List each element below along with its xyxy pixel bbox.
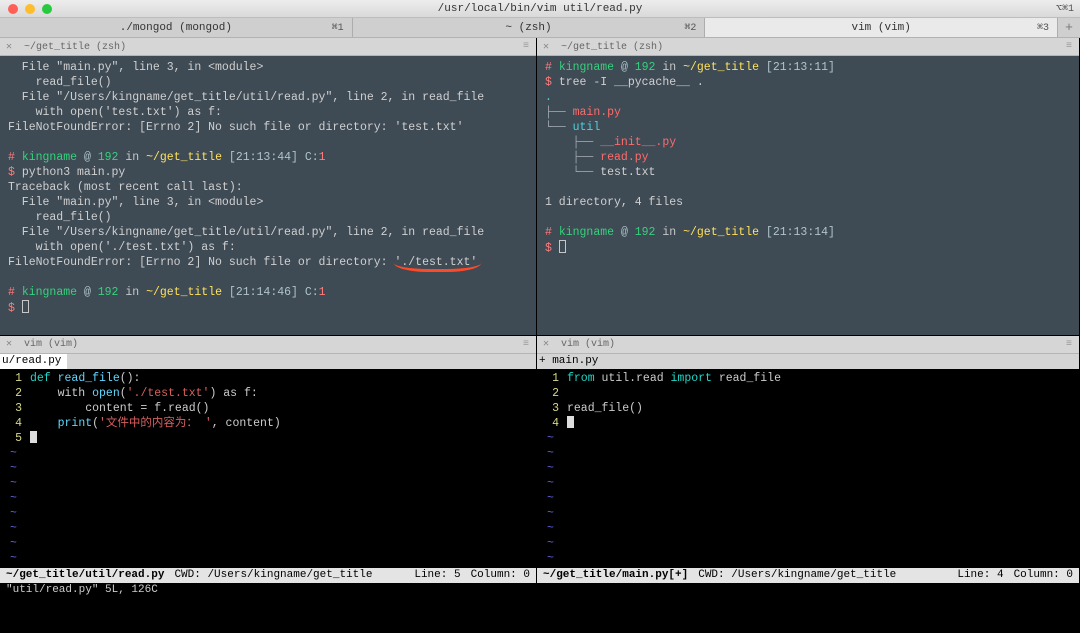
close-icon[interactable]: ✕ [6,339,12,350]
tab-zsh[interactable]: ~ (zsh) ⌘2 [353,18,706,37]
vim-code: 1def read_file(): 2 with open('./test.tx… [0,369,536,568]
tab-vim[interactable]: vim (vim) ⌘3 [705,18,1058,37]
vim-editor[interactable]: u/read.py 1def read_file(): 2 with open(… [0,354,536,633]
close-icon[interactable]: ✕ [6,42,12,53]
cursor [30,431,37,443]
error-path-highlighted: './test.txt' [394,255,477,270]
vim-file-tab[interactable]: u/read.py [0,354,67,369]
close-icon[interactable]: ✕ [543,42,549,53]
hamburger-icon[interactable]: ≡ [523,41,530,52]
tree-file: read.py [600,151,648,164]
pane-header: ✕ vim (vim) ≡ [0,336,536,354]
tab-shortcut: ⌘1 [332,22,344,34]
pane-grid: ✕ ~/get_title (zsh) ≡ File "main.py", li… [0,38,1080,633]
vim-message: "util/read.py" 5L, 126C [0,583,536,598]
pane-title: ~/get_title (zsh) [24,42,126,53]
pane-top-left: ✕ ~/get_title (zsh) ≡ File "main.py", li… [0,38,537,336]
window-shortcut: ⌥⌘1 [1056,3,1074,15]
hamburger-icon[interactable]: ≡ [523,339,530,350]
tree-file: __init__.py [600,136,676,149]
app-window: /usr/local/bin/vim util/read.py ⌥⌘1 ./mo… [0,0,1080,633]
terminal[interactable]: # kingname @ 192 in ~/get_title [21:13:1… [537,56,1079,335]
pane-title: ~/get_title (zsh) [561,42,663,53]
tab-label: vim (vim) [851,22,910,34]
status-file: ~/get_title/main.py[+] [543,568,688,583]
cursor [22,300,29,313]
traceback-head: File "main.py", line 3, in <module> read… [8,61,484,134]
pane-bottom-right: ✕ vim (vim) ≡ + main.py 1from util.read … [537,336,1080,633]
vim-tabstrip: u/read.py [0,354,536,369]
tab-label: ~ (zsh) [505,22,551,34]
pane-header: ✕ ~/get_title (zsh) ≡ [537,38,1079,56]
tree-file: main.py [573,106,621,119]
vim-editor[interactable]: + main.py 1from util.read import read_fi… [537,354,1079,633]
status-line: Line: 4 [957,568,1003,583]
tree-summary: 1 directory, 4 files [545,196,683,209]
status-cwd: CWD: /Users/kingname/get_title [174,568,372,583]
cursor [567,416,574,428]
vim-message [537,583,1079,598]
status-col: Column: 0 [471,568,530,583]
cursor [559,240,566,253]
hamburger-icon[interactable]: ≡ [1066,41,1073,52]
status-line: Line: 5 [414,568,460,583]
traceback: Traceback (most recent call last): File … [8,181,484,254]
hamburger-icon[interactable]: ≡ [1066,339,1073,350]
pane-header: ✕ vim (vim) ≡ [537,336,1079,354]
pane-title: vim (vim) [561,339,615,350]
vim-file-tab[interactable]: + main.py [537,354,604,369]
terminal[interactable]: File "main.py", line 3, in <module> read… [0,56,536,335]
status-file: ~/get_title/util/read.py [6,568,164,583]
vim-code: 1from util.read import read_file 2 3read… [537,369,1079,568]
window-title: /usr/local/bin/vim util/read.py [0,3,1080,15]
pane-top-right: ✕ ~/get_title (zsh) ≡ # kingname @ 192 i… [537,38,1080,336]
pane-bottom-left: ✕ vim (vim) ≡ u/read.py 1def read_file()… [0,336,537,633]
cmd: python3 main.py [22,166,126,179]
tab-add-button[interactable]: + [1058,18,1080,37]
tab-bar: ./mongod (mongod) ⌘1 ~ (zsh) ⌘2 vim (vim… [0,18,1080,38]
tree-root: . [545,91,552,104]
pane-header: ✕ ~/get_title (zsh) ≡ [0,38,536,56]
tab-mongod[interactable]: ./mongod (mongod) ⌘1 [0,18,353,37]
vim-status-bar: ~/get_title/util/read.py CWD: /Users/kin… [0,568,536,583]
tree-dir: util [573,121,601,134]
vim-status-bar: ~/get_title/main.py[+] CWD: /Users/kingn… [537,568,1079,583]
tree-file: test.txt [600,166,655,179]
status-cwd: CWD: /Users/kingname/get_title [698,568,896,583]
close-icon[interactable]: ✕ [543,339,549,350]
pane-title: vim (vim) [24,339,78,350]
vim-tabstrip: + main.py [537,354,1079,369]
tab-shortcut: ⌘3 [1037,22,1049,34]
err-prefix: FileNotFoundError: [Errno 2] No such fil… [8,256,394,269]
title-bar: /usr/local/bin/vim util/read.py ⌥⌘1 [0,0,1080,18]
cmd: tree -I __pycache__ . [559,76,704,89]
tab-label: ./mongod (mongod) [120,22,232,34]
tab-shortcut: ⌘2 [684,22,696,34]
status-col: Column: 0 [1014,568,1073,583]
